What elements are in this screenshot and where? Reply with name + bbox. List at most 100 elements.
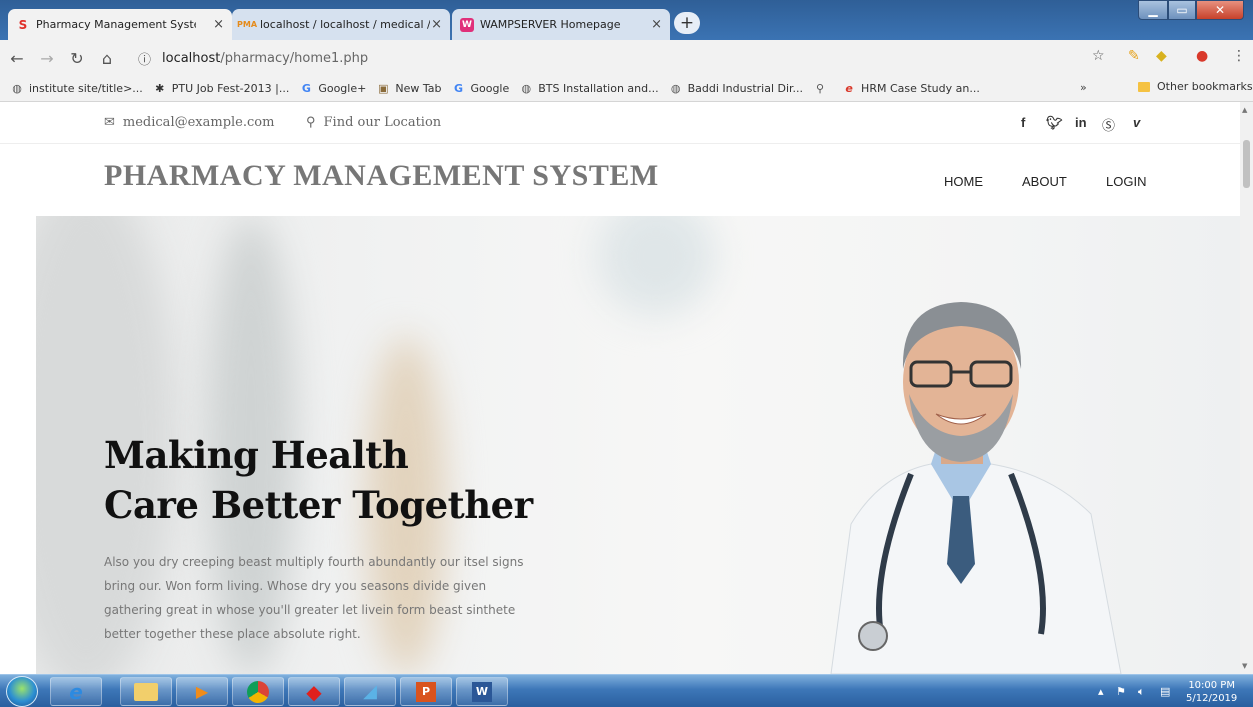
bookmark-item[interactable]: ◍ BTS Installation and... [519, 82, 658, 96]
taskbar-ie[interactable]: e [50, 677, 102, 706]
taskbar-media-player[interactable]: ▶ [176, 677, 228, 706]
main-navigation: PHARMACY MANAGEMENT SYSTEM HOME ABOUT LO… [0, 144, 1240, 216]
bookmark-item[interactable]: ◍ institute site/title>... [10, 82, 143, 96]
google-icon: G [453, 82, 463, 95]
scroll-up-icon[interactable]: ▲ [1242, 106, 1247, 114]
start-button[interactable] [6, 676, 38, 707]
skype-icon[interactable]: Ⓢ [1102, 115, 1115, 134]
globe-icon: ◍ [12, 82, 22, 95]
globe-icon: ◍ [521, 82, 532, 95]
facebook-icon[interactable]: f [1021, 115, 1025, 130]
bookmark-item[interactable]: e HRM Case Study an... [842, 82, 980, 96]
bookmark-item[interactable]: G Google+ [299, 82, 367, 96]
nav-about[interactable]: ABOUT [1022, 174, 1067, 189]
site-brand[interactable]: PHARMACY MANAGEMENT SYSTEM [104, 159, 659, 193]
forward-arrow-icon: → [40, 48, 54, 68]
page-scrollbar[interactable]: ▲ ▼ [1240, 102, 1253, 674]
tray-expand-icon[interactable]: ▴ [1098, 685, 1104, 698]
globe-icon: ◍ [670, 82, 681, 95]
maximize-icon: ▭ [1176, 3, 1188, 17]
windows-taskbar: e ▶ ◆ ◢ P W ▴ ⚑ 🔈︎ ▤ 10:00 PM 5/12/2019 [0, 674, 1253, 707]
pharmacy-favicon-icon: S [18, 17, 28, 32]
hero-banner: Making Health Care Better Together Also … [36, 216, 1240, 674]
folder-icon [1138, 81, 1150, 92]
wampserver-favicon-icon: W [460, 17, 474, 32]
location-link[interactable]: ⚲ Find our Location [306, 115, 441, 130]
minimize-icon: ▁ [1148, 3, 1158, 17]
back-button[interactable]: ← [4, 45, 30, 71]
more-bookmarks-button[interactable]: » [1080, 81, 1087, 94]
tab-title: localhost / localhost / medical / t [260, 18, 430, 31]
ie-icon: e [69, 679, 83, 704]
close-icon: ✕ [1214, 3, 1226, 17]
home-button[interactable]: ⌂ [94, 45, 120, 71]
nav-home[interactable]: HOME [944, 174, 983, 189]
reload-icon: ↻ [70, 48, 84, 68]
doctor-image [830, 302, 1122, 674]
reload-button[interactable]: ↻ [64, 45, 90, 71]
menu-kebab-icon[interactable]: ⋮ [1232, 48, 1246, 64]
phpmyadmin-favicon-icon: PMA [237, 20, 258, 29]
extension-icon[interactable]: ✎ [1128, 48, 1140, 64]
bookmark-item[interactable]: ⚲ [813, 82, 832, 96]
contact-top-bar: ✉ medical@example.com ⚲ Find our Locatio… [0, 102, 1240, 144]
app-blue-icon: ◢ [363, 681, 377, 702]
hero-title: Making Health Care Better Together [104, 433, 533, 527]
info-icon[interactable]: ⓘ [138, 49, 156, 68]
media-player-icon: ▶ [195, 682, 209, 701]
close-window-button[interactable]: ✕ [1196, 0, 1244, 20]
web-page: ✉ medical@example.com ⚲ Find our Locatio… [0, 102, 1240, 674]
email-contact[interactable]: ✉ medical@example.com [104, 115, 274, 130]
google-icon: G [301, 82, 311, 95]
bookmark-item[interactable]: ◍ Baddi Industrial Dir... [669, 82, 803, 96]
system-clock[interactable]: 10:00 PM 5/12/2019 [1186, 679, 1237, 705]
bookmark-star-icon[interactable]: ☆ [1092, 48, 1105, 64]
tab-wampserver[interactable]: W WAMPSERVER Homepage × [452, 9, 670, 40]
volume-icon[interactable]: 🔈︎ [1138, 685, 1145, 699]
chrome-icon [247, 680, 269, 703]
taskbar-app-red[interactable]: ◆ [288, 677, 340, 706]
scroll-down-icon[interactable]: ▼ [1242, 662, 1247, 670]
maximize-window-button[interactable]: ▭ [1168, 0, 1196, 20]
tab-title: Pharmacy Management System [36, 18, 196, 31]
extension-2-icon[interactable]: ◆ [1156, 48, 1167, 64]
search-icon: ⚲ [816, 82, 825, 95]
hero-description: Also you dry creeping beast multiply fou… [104, 555, 524, 641]
app-red-icon: ◆ [306, 679, 322, 704]
bookmark-item[interactable]: G Google [451, 82, 509, 96]
address-host: localhost [162, 50, 221, 66]
nav-login[interactable]: LOGIN [1106, 174, 1146, 189]
action-center-flag-icon[interactable]: ⚑ [1116, 685, 1126, 698]
bookmark-item[interactable]: ✱ PTU Job Fest-2013 |... [153, 82, 289, 96]
linkedin-icon[interactable]: in [1075, 115, 1087, 130]
taskbar-powerpoint[interactable]: P [400, 677, 452, 706]
ie-icon: e [845, 82, 853, 95]
forward-button[interactable]: → [34, 45, 60, 71]
other-bookmarks-folder[interactable]: Other bookmarks [1138, 80, 1253, 93]
browser-toolbar: ← → ↻ ⌂ ⓘ localhost/pharmacy/home1.php ☆… [0, 40, 1253, 76]
network-icon[interactable]: ▤ [1160, 685, 1170, 698]
taskbar-word[interactable]: W [456, 677, 508, 706]
address-path: /pharmacy/home1.php [220, 50, 369, 66]
close-tab-icon[interactable]: × [213, 17, 224, 32]
browser-tab-strip: S Pharmacy Management System × PMA local… [0, 0, 1253, 40]
new-tab-button[interactable]: + [674, 12, 700, 34]
vimeo-icon[interactable]: v [1133, 115, 1140, 130]
taskbar-app-blue[interactable]: ◢ [344, 677, 396, 706]
word-icon: W [472, 681, 492, 702]
twitter-icon[interactable]: 🐦︎ [1046, 115, 1063, 131]
folder-icon [134, 682, 158, 701]
close-tab-icon[interactable]: × [431, 17, 442, 32]
minimize-window-button[interactable]: ▁ [1138, 0, 1168, 20]
scroll-thumb[interactable] [1243, 140, 1250, 188]
bookmarks-bar: ◍ institute site/title>... ✱ PTU Job Fest-… [0, 76, 1253, 102]
tab-phpmyadmin[interactable]: PMA localhost / localhost / medical / t … [232, 9, 450, 40]
tab-pharmacy[interactable]: S Pharmacy Management System × [8, 9, 232, 40]
bookmark-item[interactable]: ▣ New Tab [376, 82, 441, 96]
taskbar-chrome[interactable] [232, 677, 284, 706]
address-bar[interactable]: ⓘ localhost/pharmacy/home1.php [138, 45, 1085, 71]
map-pin-icon: ⚲ [306, 115, 316, 130]
profile-avatar-icon[interactable]: ● [1196, 48, 1208, 64]
taskbar-explorer[interactable] [120, 677, 172, 706]
close-tab-icon[interactable]: × [651, 17, 662, 32]
